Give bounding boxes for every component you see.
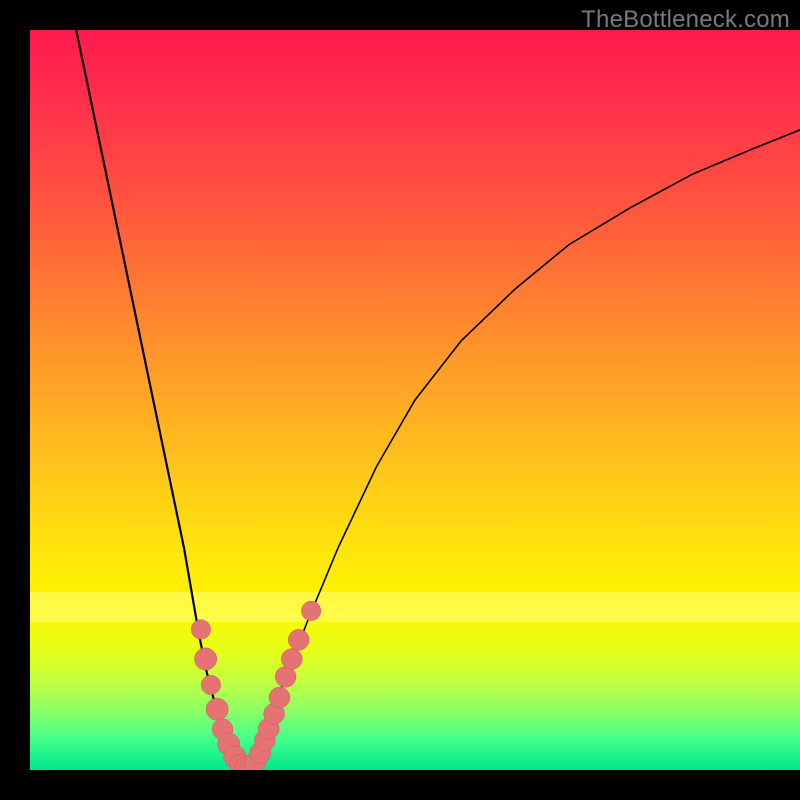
data-point-marker	[195, 648, 217, 670]
data-point-marker	[301, 601, 320, 620]
data-point-marker	[201, 675, 220, 694]
plot-area	[30, 30, 800, 770]
marker-group	[191, 601, 321, 770]
curve-left-branch	[76, 30, 245, 770]
data-point-marker	[281, 649, 302, 670]
curve-right-branch	[246, 130, 800, 770]
chart-stage: TheBottleneck.com	[0, 0, 800, 800]
watermark-text: TheBottleneck.com	[581, 6, 790, 34]
data-point-marker	[191, 620, 210, 639]
chart-svg	[30, 30, 800, 770]
data-point-marker	[288, 629, 309, 650]
data-point-marker	[269, 687, 290, 708]
data-point-marker	[206, 698, 228, 720]
